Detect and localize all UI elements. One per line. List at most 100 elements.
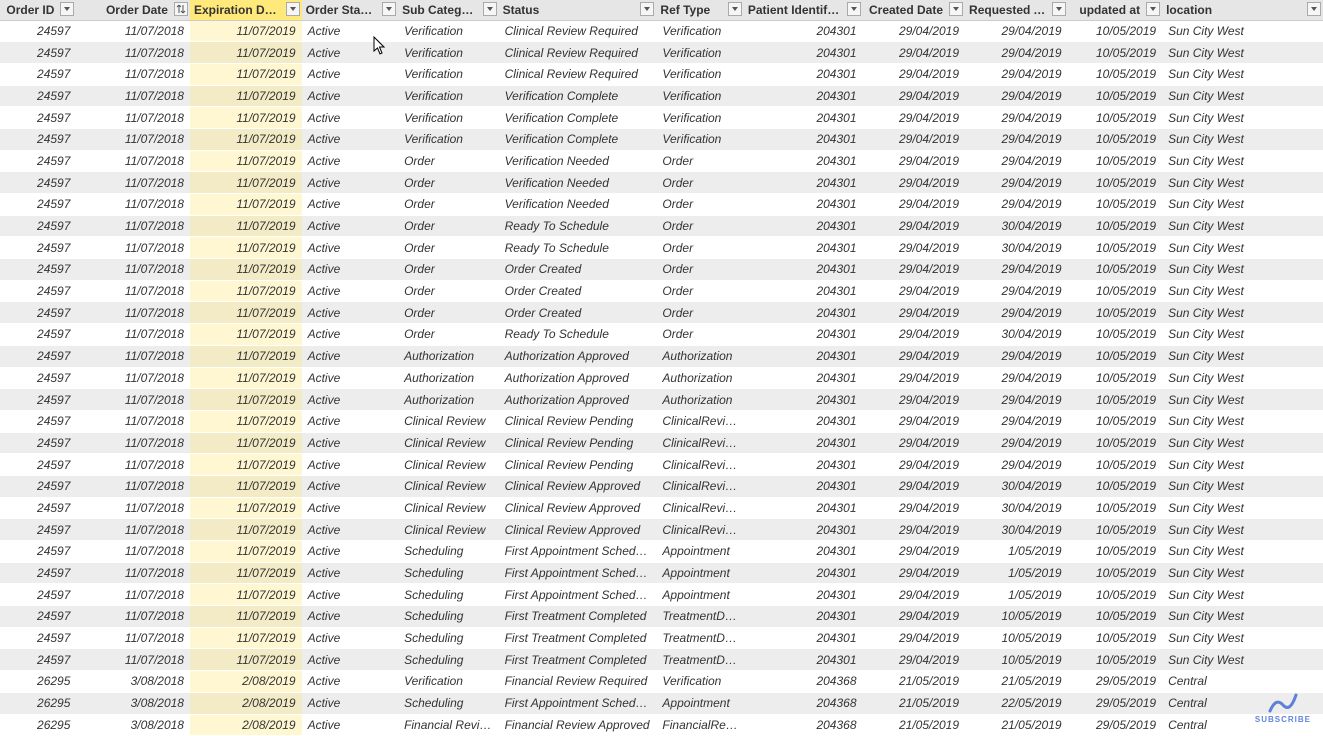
- cell-location[interactable]: Sun City West: [1162, 194, 1323, 216]
- cell-expiration_date[interactable]: 11/07/2019: [190, 606, 302, 628]
- cell-requested_at[interactable]: 29/04/2019: [965, 454, 1068, 476]
- cell-ref_type[interactable]: ClinicalReview: [656, 497, 743, 519]
- cell-created_date[interactable]: 29/04/2019: [863, 324, 966, 346]
- cell-location[interactable]: Sun City West: [1162, 562, 1323, 584]
- cell-expiration_date[interactable]: 11/07/2019: [190, 259, 302, 281]
- cell-order_id[interactable]: 24597: [0, 237, 76, 259]
- cell-order_date[interactable]: 11/07/2018: [76, 432, 190, 454]
- cell-patient_id[interactable]: 204368: [744, 714, 863, 736]
- cell-requested_at[interactable]: 29/04/2019: [965, 302, 1068, 324]
- cell-requested_at[interactable]: 21/05/2019: [965, 671, 1068, 693]
- cell-created_date[interactable]: 21/05/2019: [863, 692, 966, 714]
- cell-patient_id[interactable]: 204301: [744, 475, 863, 497]
- cell-requested_at[interactable]: 29/04/2019: [965, 259, 1068, 281]
- cell-sub_category[interactable]: Verification: [398, 85, 499, 107]
- cell-order_date[interactable]: 11/07/2018: [76, 259, 190, 281]
- cell-expiration_date[interactable]: 11/07/2019: [190, 172, 302, 194]
- cell-patient_id[interactable]: 204301: [744, 63, 863, 85]
- cell-patient_id[interactable]: 204301: [744, 627, 863, 649]
- cell-created_date[interactable]: 29/04/2019: [863, 454, 966, 476]
- cell-requested_at[interactable]: 29/04/2019: [965, 107, 1068, 129]
- cell-status[interactable]: Order Created: [499, 280, 657, 302]
- cell-order_id[interactable]: 24597: [0, 150, 76, 172]
- cell-requested_at[interactable]: 10/05/2019: [965, 649, 1068, 671]
- cell-order_status[interactable]: Active: [302, 714, 399, 736]
- cell-order_id[interactable]: 24597: [0, 302, 76, 324]
- cell-created_date[interactable]: 29/04/2019: [863, 128, 966, 150]
- cell-requested_at[interactable]: 30/04/2019: [965, 519, 1068, 541]
- cell-sub_category[interactable]: Verification: [398, 42, 499, 64]
- cell-expiration_date[interactable]: 11/07/2019: [190, 324, 302, 346]
- cell-order_id[interactable]: 24597: [0, 367, 76, 389]
- cell-order_date[interactable]: 11/07/2018: [76, 128, 190, 150]
- cell-location[interactable]: Sun City West: [1162, 606, 1323, 628]
- cell-expiration_date[interactable]: 11/07/2019: [190, 280, 302, 302]
- data-grid[interactable]: Order IDOrder DateExpiration DateOrder S…: [0, 0, 1323, 736]
- cell-created_date[interactable]: 29/04/2019: [863, 150, 966, 172]
- cell-order_status[interactable]: Active: [302, 345, 399, 367]
- table-row[interactable]: 2459711/07/201811/07/2019ActiveVerificat…: [0, 107, 1323, 129]
- cell-ref_type[interactable]: ClinicalReview: [656, 519, 743, 541]
- cell-order_status[interactable]: Active: [302, 194, 399, 216]
- cell-updated_at[interactable]: 10/05/2019: [1068, 497, 1163, 519]
- table-row[interactable]: 2459711/07/201811/07/2019ActiveClinical …: [0, 410, 1323, 432]
- cell-expiration_date[interactable]: 11/07/2019: [190, 584, 302, 606]
- cell-updated_at[interactable]: 10/05/2019: [1068, 606, 1163, 628]
- filter-dropdown-icon[interactable]: [1307, 2, 1321, 16]
- cell-sub_category[interactable]: Scheduling: [398, 692, 499, 714]
- cell-patient_id[interactable]: 204301: [744, 584, 863, 606]
- cell-status[interactable]: Verification Needed: [499, 194, 657, 216]
- cell-sub_category[interactable]: Order: [398, 215, 499, 237]
- cell-expiration_date[interactable]: 11/07/2019: [190, 410, 302, 432]
- cell-status[interactable]: Clinical Review Required: [499, 63, 657, 85]
- cell-status[interactable]: Clinical Review Approved: [499, 497, 657, 519]
- cell-ref_type[interactable]: Appointment: [656, 562, 743, 584]
- cell-location[interactable]: Sun City West: [1162, 367, 1323, 389]
- cell-expiration_date[interactable]: 2/08/2019: [190, 671, 302, 693]
- table-row[interactable]: 2459711/07/201811/07/2019ActiveOrderVeri…: [0, 150, 1323, 172]
- cell-order_status[interactable]: Active: [302, 519, 399, 541]
- table-row[interactable]: 2459711/07/201811/07/2019ActiveClinical …: [0, 432, 1323, 454]
- cell-ref_type[interactable]: Verification: [656, 671, 743, 693]
- cell-order_id[interactable]: 24597: [0, 562, 76, 584]
- table-row[interactable]: 2459711/07/201811/07/2019ActiveSchedulin…: [0, 606, 1323, 628]
- cell-updated_at[interactable]: 10/05/2019: [1068, 345, 1163, 367]
- cell-order_date[interactable]: 11/07/2018: [76, 237, 190, 259]
- cell-patient_id[interactable]: 204301: [744, 410, 863, 432]
- cell-sub_category[interactable]: Clinical Review: [398, 410, 499, 432]
- cell-sub_category[interactable]: Order: [398, 172, 499, 194]
- cell-order_status[interactable]: Active: [302, 627, 399, 649]
- cell-status[interactable]: First Treatment Completed: [499, 649, 657, 671]
- cell-expiration_date[interactable]: 11/07/2019: [190, 497, 302, 519]
- cell-sub_category[interactable]: Clinical Review: [398, 432, 499, 454]
- cell-status[interactable]: Ready To Schedule: [499, 324, 657, 346]
- cell-order_status[interactable]: Active: [302, 280, 399, 302]
- cell-requested_at[interactable]: 21/05/2019: [965, 714, 1068, 736]
- cell-updated_at[interactable]: 10/05/2019: [1068, 367, 1163, 389]
- cell-order_status[interactable]: Active: [302, 259, 399, 281]
- cell-patient_id[interactable]: 204301: [744, 85, 863, 107]
- cell-order_id[interactable]: 24597: [0, 215, 76, 237]
- cell-order_id[interactable]: 24597: [0, 63, 76, 85]
- cell-created_date[interactable]: 21/05/2019: [863, 671, 966, 693]
- table-row[interactable]: 2459711/07/201811/07/2019ActiveVerificat…: [0, 63, 1323, 85]
- cell-expiration_date[interactable]: 11/07/2019: [190, 454, 302, 476]
- cell-order_status[interactable]: Active: [302, 389, 399, 411]
- cell-order_date[interactable]: 3/08/2018: [76, 714, 190, 736]
- cell-ref_type[interactable]: Verification: [656, 128, 743, 150]
- cell-updated_at[interactable]: 10/05/2019: [1068, 627, 1163, 649]
- cell-requested_at[interactable]: 30/04/2019: [965, 215, 1068, 237]
- cell-requested_at[interactable]: 30/04/2019: [965, 237, 1068, 259]
- cell-updated_at[interactable]: 29/05/2019: [1068, 692, 1163, 714]
- cell-created_date[interactable]: 29/04/2019: [863, 20, 966, 42]
- cell-requested_at[interactable]: 29/04/2019: [965, 194, 1068, 216]
- cell-patient_id[interactable]: 204301: [744, 562, 863, 584]
- cell-ref_type[interactable]: Verification: [656, 107, 743, 129]
- cell-ref_type[interactable]: Authorization: [656, 345, 743, 367]
- cell-ref_type[interactable]: ClinicalReview: [656, 432, 743, 454]
- cell-order_date[interactable]: 11/07/2018: [76, 280, 190, 302]
- cell-requested_at[interactable]: 29/04/2019: [965, 20, 1068, 42]
- table-row[interactable]: 2459711/07/201811/07/2019ActiveSchedulin…: [0, 541, 1323, 563]
- table-row[interactable]: 262953/08/20182/08/2019ActiveFinancial R…: [0, 714, 1323, 736]
- cell-updated_at[interactable]: 10/05/2019: [1068, 584, 1163, 606]
